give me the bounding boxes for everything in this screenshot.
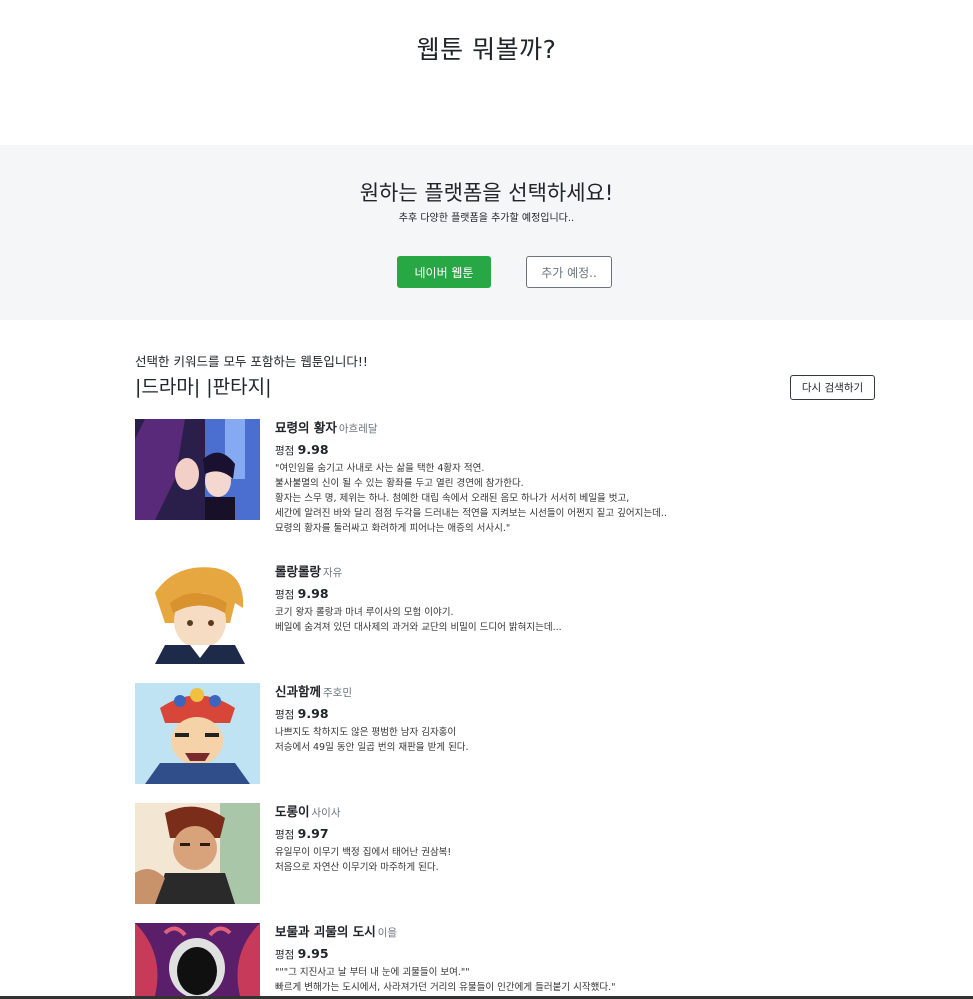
webtoon-title[interactable]: 보물과 괴물의 도시 이을 xyxy=(275,923,875,942)
search-again-button[interactable]: 다시 검색하기 xyxy=(790,375,875,400)
webtoon-rating: 평점 9.98 xyxy=(275,706,329,721)
webtoon-description: """그 지진사고 날 부터 내 눈에 괴물들이 보여."" 빠르게 변해가는 … xyxy=(275,967,616,993)
webtoon-author: 주호민 xyxy=(323,687,352,699)
webtoon-rating: 평점 9.98 xyxy=(275,442,329,457)
webtoon-title[interactable]: 묘령의 황자 아흐레달 xyxy=(275,419,875,438)
naver-webtoon-button[interactable]: 네이버 웹툰 xyxy=(397,256,491,288)
webtoon-title[interactable]: 롤랑롤랑 자유 xyxy=(275,563,875,582)
webtoon-list-item: 롤랑롤랑 자유 평점 9.98 코기 왕자 롤랑과 마녀 루이사의 모험 이야기.… xyxy=(135,563,875,673)
webtoon-thumbnail-fighter[interactable] xyxy=(135,803,260,904)
result-intro-text: 선택한 키워드를 모두 포함하는 웹툰입니다!! xyxy=(135,354,368,369)
webtoon-description: 코기 왕자 롤랑과 마녀 루이사의 모험 이야기. 베일에 숨겨져 있던 대사제… xyxy=(275,607,562,633)
webtoon-title[interactable]: 도롱이 사이사 xyxy=(275,803,875,822)
webtoon-rating: 평점 9.97 xyxy=(275,826,329,841)
webtoon-thumbnail-blond[interactable] xyxy=(135,563,260,664)
webtoon-author: 이을 xyxy=(377,927,398,939)
webtoon-author: 자유 xyxy=(323,567,343,579)
webtoon-title[interactable]: 신과함께 주호민 xyxy=(275,683,875,702)
webtoon-description: 유일무이 이무기 백정 집에서 태어난 권삼복! 처음으로 자연산 이무기와 마… xyxy=(275,847,452,873)
platform-subtext: 추후 다양한 플랫폼을 추가할 예정입니다.. xyxy=(398,213,575,224)
webtoon-list-item: 신과함께 주호민 평점 9.98 나쁘지도 착하지도 않은 평범한 남자 김자홍이… xyxy=(135,683,875,793)
webtoon-description: "여인임을 숨기고 사내로 사는 삶을 택한 4황자 적연. 불사불멸의 신이 … xyxy=(275,463,667,534)
webtoon-author: 아흐레달 xyxy=(338,423,378,435)
webtoon-author: 사이사 xyxy=(311,807,341,819)
webtoon-thumbnail-monster[interactable] xyxy=(135,923,260,996)
webtoon-list-item: 도롱이 사이사 평점 9.97 유일무이 이무기 백정 집에서 태어난 권삼복! … xyxy=(135,803,875,913)
webtoon-list-item: 묘령의 황자 아흐레달 평점 9.98 "여인임을 숨기고 사내로 사는 삶을 택… xyxy=(135,419,875,534)
webtoon-thumbnail-purple[interactable] xyxy=(135,419,260,520)
platform-heading: 원하는 플랫폼을 선택하세요! xyxy=(359,181,614,205)
webtoon-rating: 평점 9.95 xyxy=(275,946,329,961)
webtoon-list-item: 보물과 괴물의 도시 이을 평점 9.95 """그 지진사고 날 부터 내 눈에… xyxy=(135,923,875,996)
platform-selector-panel: 원하는 플랫폼을 선택하세요! 추후 다양한 플랫폼을 추가할 예정입니다.. … xyxy=(0,145,973,320)
webtoon-description: 나쁘지도 착하지도 않은 평범한 남자 김자홍이 저승에서 49일 동안 일곱 … xyxy=(275,727,469,753)
webtoon-thumbnail-warrior[interactable] xyxy=(135,683,260,784)
coming-soon-button[interactable]: 추가 예정.. xyxy=(526,256,612,288)
selected-keywords: |드라마| |판타지| xyxy=(135,376,272,398)
webtoon-rating: 평점 9.98 xyxy=(275,586,329,601)
page-title: 웹툰 뭐볼까? xyxy=(416,35,557,64)
